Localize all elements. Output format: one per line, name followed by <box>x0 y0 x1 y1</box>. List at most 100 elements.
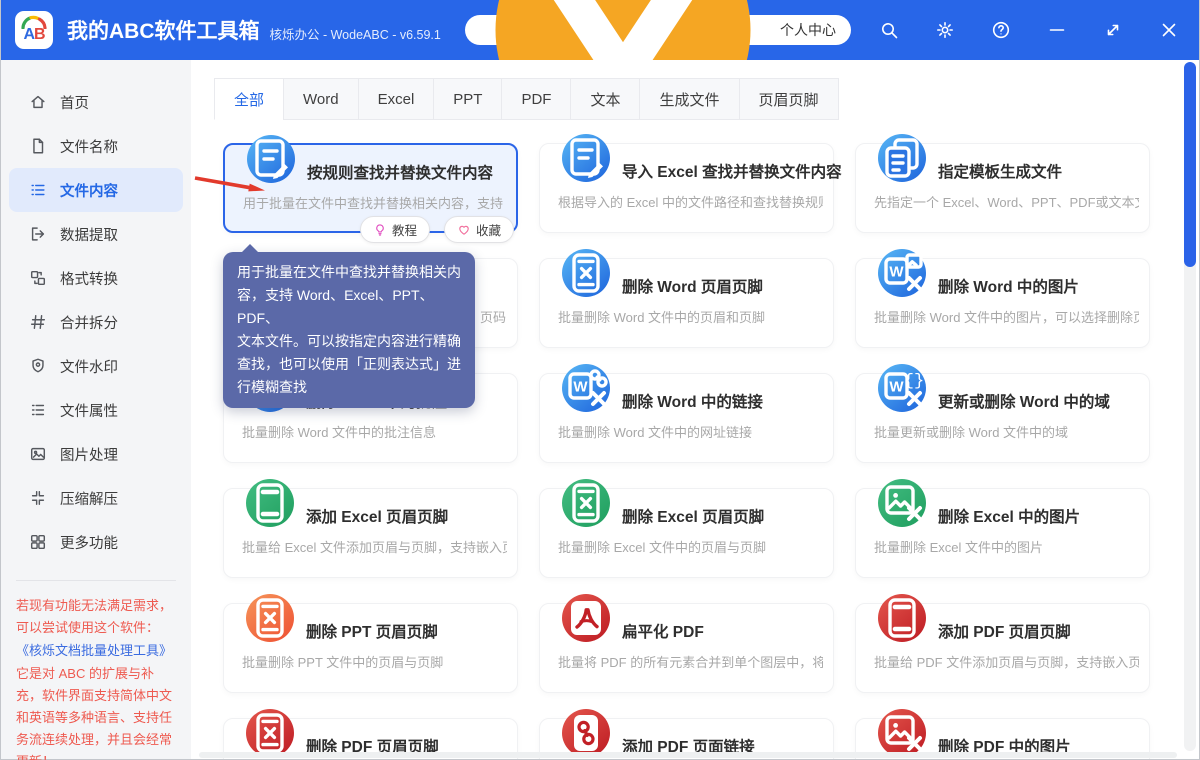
doc-pencil-icon <box>247 135 295 183</box>
horizontal-scrollbar[interactable] <box>199 752 1177 758</box>
tab-label: PPT <box>453 91 482 108</box>
card-pdf-flatten[interactable]: 扁平化 PDF 批量将 PDF 的所有元素合并到单个图层中，将复杂 <box>539 603 834 693</box>
card-excel-find-replace[interactable]: 导入 Excel 查找并替换文件内容 根据导入的 Excel 中的文件路径和查找… <box>539 143 834 233</box>
settings-gear-icon[interactable] <box>935 20 955 40</box>
vertical-scrollbar-thumb[interactable] <box>1184 62 1196 267</box>
pdf-link-icon <box>562 709 610 757</box>
user-center-button[interactable]: 个人中心 <box>465 15 851 45</box>
word-link-x-icon: W <box>562 364 610 412</box>
tab-label: Excel <box>378 91 415 108</box>
hf-x-icon <box>246 709 294 757</box>
card-desc: 批量删除 Excel 文件中的图片 <box>874 537 1139 556</box>
tab-label: 文本 <box>590 89 620 110</box>
help-icon[interactable] <box>991 20 1011 40</box>
sidebar-item-file-name[interactable]: 文件名称 <box>9 124 183 168</box>
card-excel-del-header-footer[interactable]: 删除 Excel 页眉页脚 批量删除 Excel 文件中的页眉与页脚 <box>539 488 834 578</box>
card-excel-add-header-footer[interactable]: 添加 Excel 页眉页脚 批量给 Excel 文件添加页眉与页脚，支持嵌入页码 <box>223 488 518 578</box>
sidebar-promo-link[interactable]: 《核烁文档批量处理工具》 <box>16 640 172 662</box>
tab-0[interactable]: 全部 <box>214 78 284 120</box>
card-title: 按规则查找并替换文件内容 <box>307 161 493 183</box>
card-word-del-header-footer[interactable]: 删除 Word 页眉页脚 批量删除 Word 文件中的页眉和页脚 <box>539 258 834 348</box>
card-desc: 批量给 Excel 文件添加页眉与页脚，支持嵌入页码 <box>242 537 507 556</box>
sidebar-item-label: 首页 <box>60 92 89 113</box>
hf-add-icon <box>246 479 294 527</box>
merge-icon <box>29 313 47 331</box>
card-find-replace-by-rule[interactable]: 按规则查找并替换文件内容 用于批量在文件中查找并替换相关内容，支持 Wo 教程 … <box>223 143 518 233</box>
card-excel-del-images[interactable]: 删除 Excel 中的图片 批量删除 Excel 文件中的图片 <box>855 488 1150 578</box>
tab-label: Word <box>303 91 339 108</box>
app-title: 我的ABC软件工具箱 <box>67 15 260 45</box>
sidebar-item-file-watermark[interactable]: 文件水印 <box>9 344 183 388</box>
sidebar-item-file-content[interactable]: 文件内容 <box>9 168 183 212</box>
card-word-update-del-fields[interactable]: W{} 更新或删除 Word 中的域 批量更新或删除 Word 文件中的域 <box>855 373 1150 463</box>
sidebar-footer: 若现有功能无法满足需求，可以尝试使用这个软件： 《核烁文档批量处理工具》 它是对… <box>16 580 176 760</box>
sidebar-item-label: 文件属性 <box>60 400 118 421</box>
tab-2[interactable]: Excel <box>358 78 435 120</box>
sidebar-item-home[interactable]: 首页 <box>9 80 183 124</box>
card-desc: 批量更新或删除 Word 文件中的域 <box>874 422 1139 441</box>
home-icon <box>29 93 47 111</box>
card-word-del-images[interactable]: W 删除 Word 中的图片 批量删除 Word 文件中的图片，可以选择删除页眉 <box>855 258 1150 348</box>
tab-label: 全部 <box>234 89 264 110</box>
titlebar: AB 我的ABC软件工具箱 核烁办公 - WodeABC - v6.59.1 个… <box>1 0 1199 60</box>
tab-4[interactable]: PDF <box>501 78 571 120</box>
tab-1[interactable]: Word <box>283 78 359 120</box>
sidebar-item-more-features[interactable]: 更多功能 <box>9 520 183 564</box>
tab-6[interactable]: 生成文件 <box>639 78 739 120</box>
svg-text:W: W <box>889 379 904 396</box>
sidebar-note-1: 若现有功能无法满足需求，可以尝试使用这个软件： <box>16 598 172 635</box>
card-action-heart[interactable]: 收藏 <box>444 216 514 243</box>
sidebar-item-image-process[interactable]: 图片处理 <box>9 432 183 476</box>
img-x-icon <box>878 479 926 527</box>
doc-pencil-icon <box>562 134 610 182</box>
card-template-generate[interactable]: 指定模板生成文件 先指定一个 Excel、Word、PPT、PDF或文本文件作 <box>855 143 1150 233</box>
sidebar-item-label: 图片处理 <box>60 444 118 465</box>
tab-3[interactable]: PPT <box>433 78 502 120</box>
card-title: 删除 PPT 页眉页脚 <box>306 620 438 642</box>
restore-resize-icon[interactable] <box>1103 20 1123 40</box>
sidebar-item-label: 文件内容 <box>60 180 118 201</box>
tab-5[interactable]: 文本 <box>570 78 640 120</box>
sidebar-item-label: 压缩解压 <box>60 488 118 509</box>
card-desc: 批量删除 Word 文件中的批注信息 <box>242 422 507 441</box>
sidebar: 首页 文件名称 文件内容 数据提取 格式转换 合并拆分 文件水印 文件属性 图片… <box>1 60 191 759</box>
sidebar-item-label: 文件水印 <box>60 356 118 377</box>
card-action-bulb[interactable]: 教程 <box>360 216 430 243</box>
watermark-icon <box>29 357 47 375</box>
sidebar-item-data-extract[interactable]: 数据提取 <box>9 212 183 256</box>
card-ppt-del-header-footer[interactable]: 删除 PPT 页眉页脚 批量删除 PPT 文件中的页眉与页脚 <box>223 603 518 693</box>
card-pdf-add-header-footer[interactable]: 添加 PDF 页眉页脚 批量给 PDF 文件添加页眉与页脚，支持嵌入页码 <box>855 603 1150 693</box>
sidebar-item-label: 更多功能 <box>60 532 118 553</box>
sidebar-item-merge-split[interactable]: 合并拆分 <box>9 300 183 344</box>
app-logo: AB <box>15 11 53 49</box>
minimize-icon[interactable] <box>1047 20 1067 40</box>
convert-icon <box>29 269 47 287</box>
main-content: 全部 Word Excel PPT PDF 文本生成文件页眉页脚 按规则查找并替换文件内容… <box>191 60 1199 759</box>
card-word-del-links[interactable]: W 删除 Word 中的链接 批量删除 Word 文件中的网址链接 <box>539 373 834 463</box>
sidebar-item-label: 合并拆分 <box>60 312 118 333</box>
card-title: 删除 Word 页眉页脚 <box>622 275 763 297</box>
compress-icon <box>29 489 47 507</box>
sidebar-item-file-props[interactable]: 文件属性 <box>9 388 183 432</box>
card-title: 删除 Word 中的图片 <box>938 275 1079 297</box>
user-center-label: 个人中心 <box>780 20 836 40</box>
svg-text:W: W <box>573 379 588 396</box>
card-title: 添加 PDF 页眉页脚 <box>938 620 1071 642</box>
card-title: 删除 Word 中的链接 <box>622 390 763 412</box>
card-desc: 批量删除 Word 文件中的网址链接 <box>558 422 823 441</box>
hf-x-icon <box>562 249 610 297</box>
card-title: 添加 Excel 页眉页脚 <box>306 505 448 527</box>
card-desc: 页码 <box>480 307 507 326</box>
card-title: 导入 Excel 查找并替换文件内容 <box>622 160 842 182</box>
search-icon[interactable] <box>879 20 899 40</box>
hf-add-icon <box>878 594 926 642</box>
sidebar-item-format-convert[interactable]: 格式转换 <box>9 256 183 300</box>
tab-7[interactable]: 页眉页脚 <box>739 78 839 120</box>
file-icon <box>29 137 47 155</box>
card-desc: 批量删除 Excel 文件中的页眉与页脚 <box>558 537 823 556</box>
close-icon[interactable] <box>1159 20 1179 40</box>
hf-x-icon <box>562 479 610 527</box>
card-desc: 批量删除 PPT 文件中的页眉与页脚 <box>242 652 507 671</box>
vertical-scrollbar[interactable] <box>1184 62 1196 751</box>
sidebar-item-compress[interactable]: 压缩解压 <box>9 476 183 520</box>
